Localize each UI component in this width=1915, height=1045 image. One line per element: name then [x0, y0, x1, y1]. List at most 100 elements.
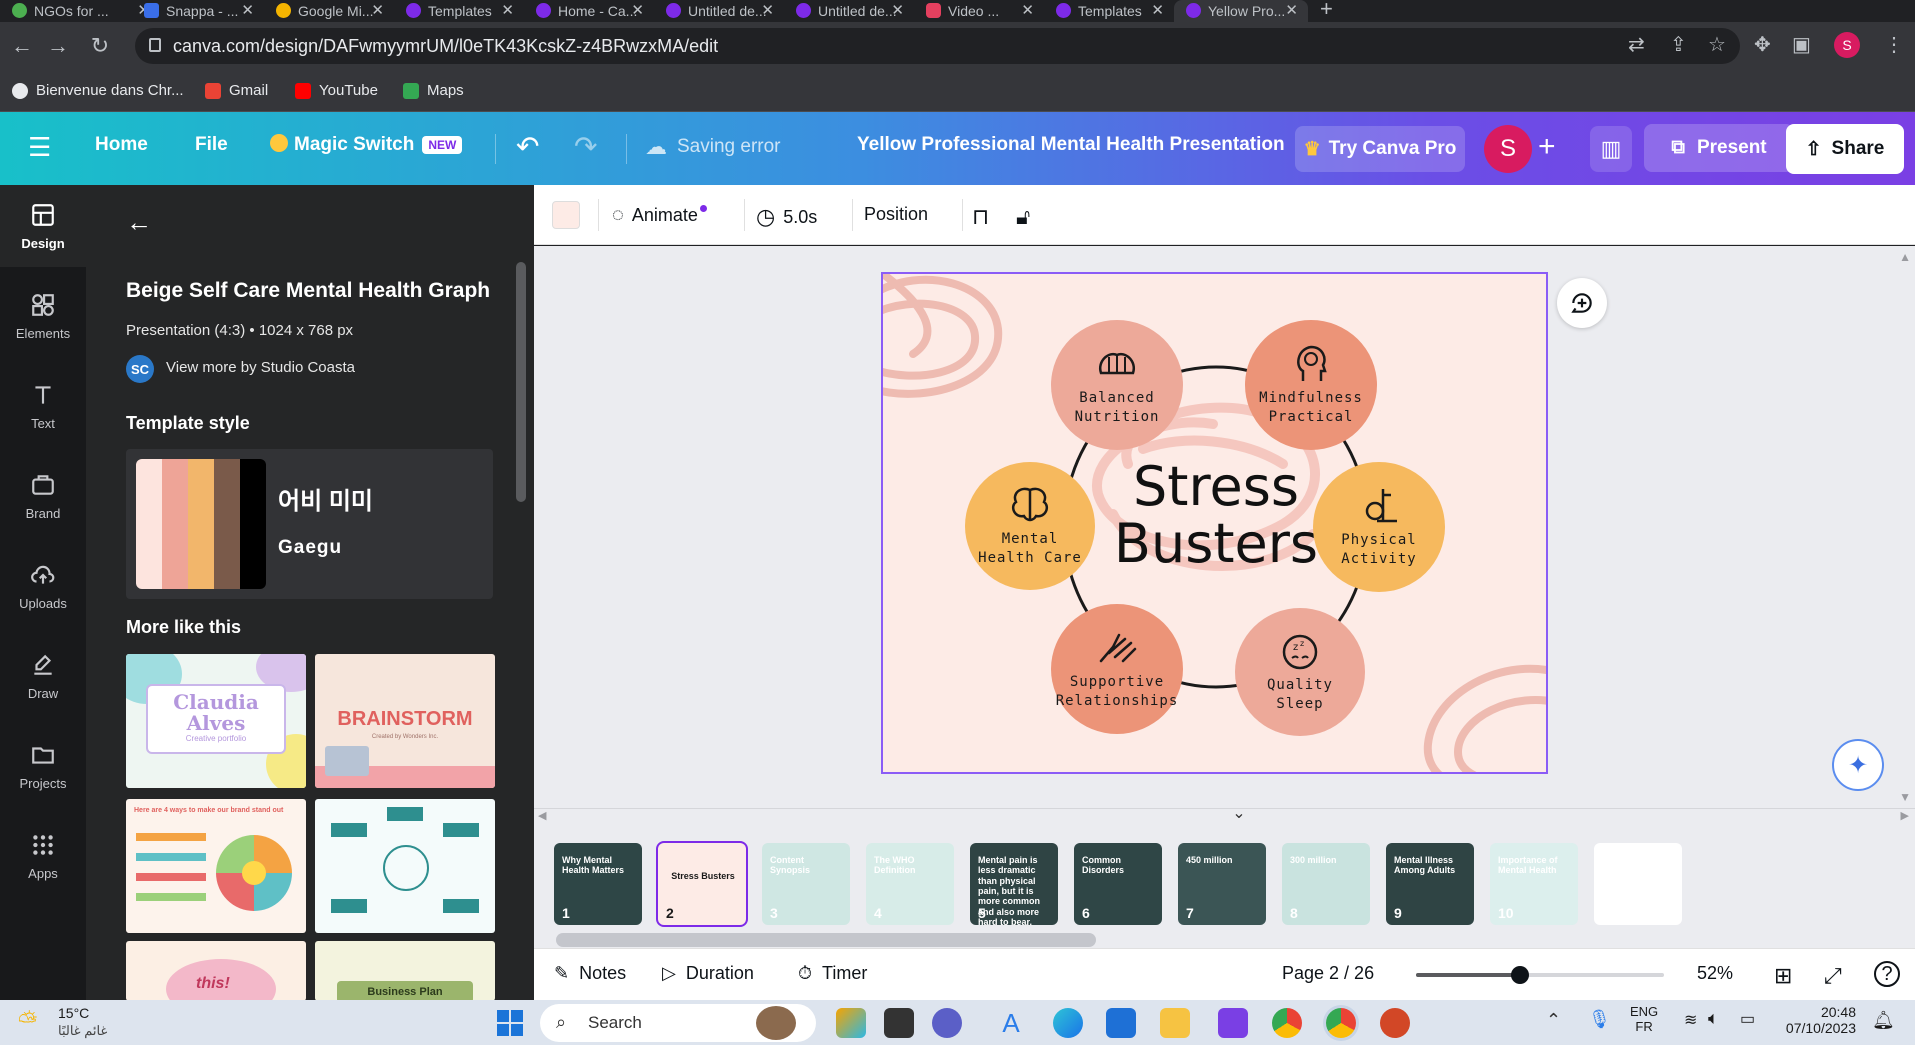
magic-switch-button[interactable]: Magic Switch NEW	[270, 134, 463, 156]
close-icon[interactable]: ✕	[761, 1, 774, 19]
back-arrow-icon[interactable]: ←	[6, 30, 38, 62]
page-thumbnail[interactable]: The WHO Definition 4	[866, 843, 954, 925]
battery-icon[interactable]: ▭	[1740, 1009, 1755, 1029]
filmstrip-scrollbar[interactable]	[556, 933, 1096, 947]
page-thumbnail[interactable]: 450 million 7	[1178, 843, 1266, 925]
forward-arrow-icon[interactable]: →	[42, 30, 74, 62]
back-arrow-icon[interactable]: ←	[126, 207, 152, 238]
browser-tab[interactable]: Video ... ✕	[914, 0, 1044, 22]
zoom-slider-handle[interactable]	[1511, 966, 1530, 984]
volume-icon[interactable]: 🔈︎	[1708, 1008, 1719, 1029]
insights-chart-icon[interactable]: ▥	[1590, 126, 1632, 172]
chrome-active-icon[interactable]	[1326, 1008, 1356, 1038]
home-button[interactable]: Home	[95, 134, 148, 156]
teams-icon[interactable]	[1218, 1008, 1248, 1038]
template-style-card[interactable]: 어비 미미 Gaegu	[126, 449, 493, 599]
rail-item-brand[interactable]: Brand	[0, 455, 86, 537]
language-indicator[interactable]: ENG FR	[1630, 1004, 1658, 1034]
template-thumbnail[interactable]: Business Plan	[315, 941, 495, 1000]
magic-assistant-button[interactable]: ✦	[1832, 739, 1884, 791]
template-thumbnail[interactable]: Here are 4 ways to make our brand stand …	[126, 799, 306, 933]
page-thumbnail[interactable]: Why Mental Health Matters 1	[554, 843, 642, 925]
scroll-left-icon[interactable]: ◀	[538, 809, 546, 822]
template-thumbnail[interactable]	[315, 799, 495, 933]
bubble-physical-activity[interactable]: Physical Activity	[1313, 462, 1445, 592]
palette-swatch[interactable]	[162, 459, 188, 589]
rail-item-apps[interactable]: Apps	[0, 815, 86, 897]
lock-icon[interactable]: 🔓︎	[1016, 204, 1030, 230]
copilot-icon[interactable]	[836, 1008, 866, 1038]
background-color-swatch[interactable]	[552, 201, 580, 229]
bubble-mindfulness[interactable]: Mindfulness Practical	[1245, 320, 1377, 450]
close-icon[interactable]: ✕	[891, 1, 904, 19]
palette-swatch[interactable]	[214, 459, 240, 589]
store-icon[interactable]	[1106, 1008, 1136, 1038]
bookmark-item[interactable]: Gmail	[205, 82, 268, 99]
share-page-icon[interactable]: ⇪	[1670, 32, 1687, 57]
add-collaborator-icon[interactable]: +	[1538, 130, 1556, 164]
duration-button[interactable]: ◷ 5.0s	[756, 204, 817, 230]
taskbar-search[interactable]: ⌕ Search	[540, 1004, 816, 1042]
page-thumbnail[interactable]: Mental pain is less dramatic than physic…	[970, 843, 1058, 925]
translate-icon[interactable]: ⇄	[1628, 32, 1645, 57]
reload-icon[interactable]: ↻	[84, 30, 116, 62]
paint-roller-icon[interactable]: ⊓	[972, 204, 989, 230]
document-title[interactable]: Yellow Professional Mental Health Presen…	[857, 134, 1285, 156]
add-comment-button[interactable]	[1557, 278, 1607, 328]
close-icon[interactable]: ✕	[1151, 1, 1164, 19]
browser-tab-active[interactable]: Yellow Pro... ✕	[1174, 0, 1308, 22]
slide-canvas[interactable]: Stress Busters Balanced Nutrition Mindfu…	[881, 272, 1548, 774]
close-icon[interactable]: ✕	[1285, 1, 1298, 19]
teams-chat-icon[interactable]	[932, 1008, 962, 1038]
undo-icon[interactable]: ↶	[516, 130, 539, 163]
profile-avatar[interactable]: S	[1834, 32, 1860, 58]
avatar[interactable]: S	[1484, 125, 1532, 173]
close-icon[interactable]: ✕	[1021, 1, 1034, 19]
help-icon[interactable]: ?	[1874, 961, 1900, 987]
page-thumbnail[interactable]: Common Disorders 6	[1074, 843, 1162, 925]
chevron-up-icon[interactable]: ⌃	[1546, 1010, 1561, 1031]
new-tab-icon[interactable]: +	[1320, 0, 1333, 22]
palette-swatch[interactable]	[136, 459, 162, 589]
template-thumbnail[interactable]: this!	[126, 941, 306, 1000]
notes-button[interactable]: ✎ Notes	[554, 963, 626, 984]
file-menu-button[interactable]: File	[195, 134, 228, 156]
fullscreen-icon[interactable]: ⤢	[1824, 963, 1842, 989]
kebab-menu-icon[interactable]: ⋮	[1884, 32, 1904, 57]
page-thumbnail[interactable]: 11	[1594, 843, 1682, 925]
weather-temp[interactable]: 15°C	[58, 1005, 89, 1021]
grid-view-icon[interactable]: ⊞	[1774, 963, 1792, 989]
bubble-mental-health-care[interactable]: Mental Health Care	[965, 462, 1095, 590]
share-button[interactable]: ⇧ Share	[1786, 124, 1904, 174]
rail-item-projects[interactable]: Projects	[0, 725, 86, 807]
windows-start-icon[interactable]	[497, 1010, 523, 1036]
chrome-icon[interactable]	[1272, 1008, 1302, 1038]
browser-tab[interactable]: Untitled de... ✕	[784, 0, 914, 22]
bubble-quality-sleep[interactable]: zz Quality Sleep	[1235, 608, 1365, 736]
bubble-supportive-relationships[interactable]: Supportive Relationships	[1051, 604, 1183, 734]
animate-button[interactable]: ◌ Animate	[612, 204, 707, 227]
page-thumbnail[interactable]: Importance of Mental Health 10	[1490, 843, 1578, 925]
notification-bell-icon[interactable]: 🔔︎	[1872, 1010, 1895, 1031]
redo-icon[interactable]: ↷	[574, 130, 597, 163]
browser-tab[interactable]: Templates ✕	[1044, 0, 1174, 22]
bookmark-item[interactable]: Maps	[403, 82, 464, 99]
terminal-icon[interactable]	[884, 1008, 914, 1038]
bookmark-item[interactable]: Bienvenue dans Chr...	[12, 82, 184, 99]
browser-tab[interactable]: Templates ✕	[394, 0, 524, 22]
duration-footer-button[interactable]: ▷ Duration	[662, 963, 754, 984]
rail-item-draw[interactable]: Draw	[0, 635, 86, 717]
page-thumbnail[interactable]: Mental Illness Among Adults 9	[1386, 843, 1474, 925]
save-status[interactable]: ☁ Saving error	[645, 134, 781, 160]
browser-tab[interactable]: Snappa - ... ✕	[132, 0, 264, 22]
rail-item-text[interactable]: Text	[0, 365, 86, 447]
close-icon[interactable]: ✕	[371, 1, 384, 19]
rail-item-elements[interactable]: Elements	[0, 275, 86, 357]
zoom-slider[interactable]	[1416, 966, 1664, 984]
browser-tab[interactable]: Google Mi... ✕	[264, 0, 394, 22]
star-icon[interactable]: ☆	[1708, 32, 1726, 57]
file-explorer-icon[interactable]	[1160, 1008, 1190, 1038]
close-icon[interactable]: ✕	[631, 1, 644, 19]
timer-button[interactable]: ⏱︎ Timer	[798, 963, 867, 984]
palette-swatch[interactable]	[188, 459, 214, 589]
